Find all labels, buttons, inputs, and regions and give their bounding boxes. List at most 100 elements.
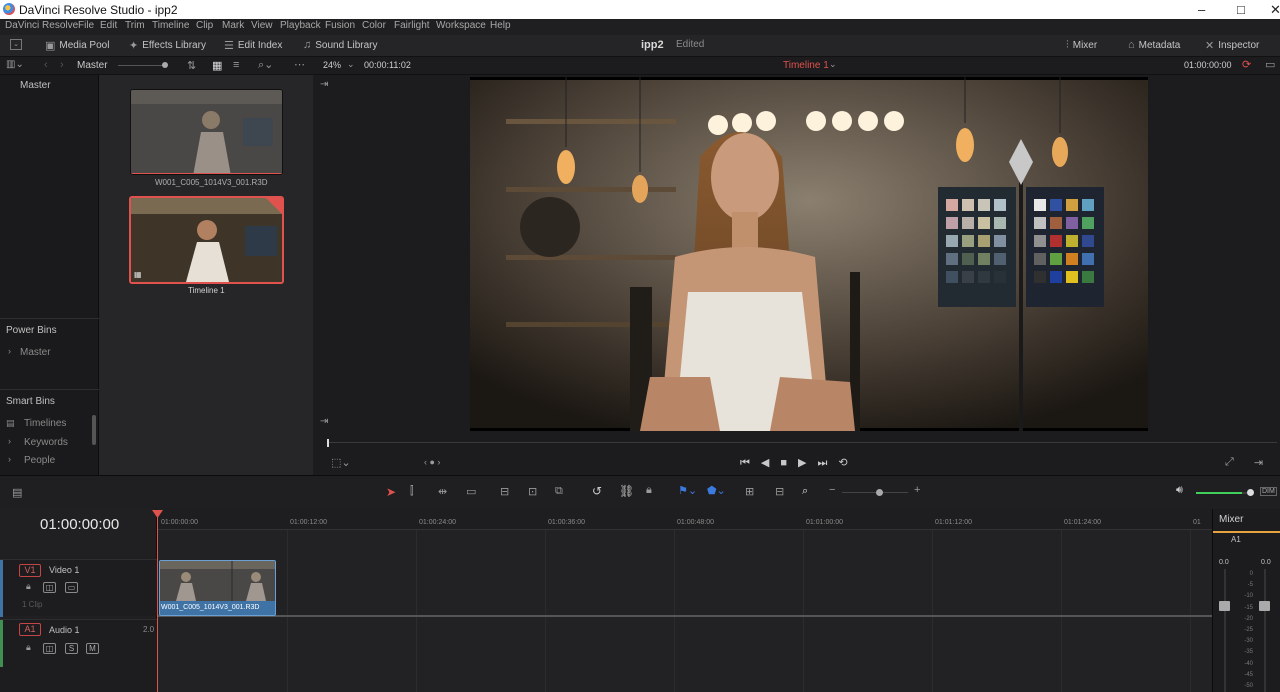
fader-track[interactable]: [1224, 569, 1226, 692]
search-icon[interactable]: ⌕⌄: [258, 58, 273, 72]
mark-out-icon[interactable]: ⇥: [320, 416, 328, 427]
menu-trim[interactable]: Trim: [125, 20, 145, 31]
timeline-clip[interactable]: W001_C005_1014V3_001.R3D: [159, 560, 276, 616]
playhead-line[interactable]: [157, 510, 158, 692]
chevron-right-icon[interactable]: ›: [8, 454, 11, 464]
linked-selection-icon[interactable]: ⛓: [619, 484, 634, 498]
forward-icon[interactable]: ›: [60, 59, 64, 71]
toggle-panel-button[interactable]: ⌄: [10, 39, 22, 50]
menu-workspace[interactable]: Workspace: [436, 20, 486, 31]
mute-button[interactable]: M: [86, 643, 99, 654]
solo-button[interactable]: S: [65, 643, 78, 654]
timeline-thumbnail[interactable]: ▦: [129, 196, 284, 284]
flag-icon[interactable]: ⚑⌄: [678, 484, 697, 497]
fader-handle-2[interactable]: [1259, 601, 1270, 611]
sound-library-button[interactable]: ♫ Sound Library: [303, 39, 378, 51]
back-icon[interactable]: ‹: [44, 59, 48, 71]
maximize-button[interactable]: □: [1237, 2, 1245, 17]
video-frame[interactable]: [470, 77, 1148, 431]
media-pool-button[interactable]: ▣ Media Pool: [45, 39, 109, 52]
video-track-id[interactable]: V1: [19, 564, 41, 577]
track-enable-icon[interactable]: ▭: [65, 582, 78, 593]
more-options-icon[interactable]: ⋯: [294, 58, 305, 71]
thumbnail-view-icon[interactable]: ▦: [212, 59, 222, 72]
zoom-slider[interactable]: [842, 492, 908, 493]
mark-in-icon[interactable]: ⇥: [320, 79, 328, 90]
menu-view[interactable]: View: [251, 20, 273, 31]
transport-controls[interactable]: ⏮◀■▶⏭⟲: [740, 456, 859, 470]
zoom-dropdown-icon[interactable]: ⌄: [347, 59, 355, 70]
track-lock-icon[interactable]: 🔒︎: [26, 581, 31, 592]
video-track-name[interactable]: Video 1: [49, 565, 79, 575]
chevron-right-icon[interactable]: ›: [8, 346, 11, 356]
chevron-right-icon[interactable]: ›: [8, 436, 11, 446]
audio-track-id[interactable]: A1: [19, 623, 41, 636]
fader-track-2[interactable]: [1264, 569, 1266, 692]
volume-icon[interactable]: 🔊︎: [1176, 484, 1183, 497]
zoom-out-icon[interactable]: −: [829, 484, 835, 496]
fader-handle[interactable]: [1219, 601, 1230, 611]
menu-file[interactable]: File: [78, 20, 94, 31]
menu-edit[interactable]: Edit: [100, 20, 117, 31]
smart-bin-keywords[interactable]: Keywords: [24, 437, 68, 448]
track-lock-icon[interactable]: 🔒︎: [26, 642, 31, 653]
snapping-icon[interactable]: ↺: [592, 484, 602, 498]
mixer-button[interactable]: ⫶ Mixer: [1066, 39, 1097, 52]
zoom-detail-icon[interactable]: ⊟: [775, 485, 784, 498]
scrubber-bar[interactable]: [327, 442, 1277, 443]
out-point-icon[interactable]: ⇥: [1254, 456, 1263, 469]
timeline-area[interactable]: [157, 509, 1212, 692]
jog-control-icon[interactable]: ‹ ● ›: [424, 457, 440, 467]
menu-fairlight[interactable]: Fairlight: [394, 20, 430, 31]
inspector-button[interactable]: ✕ Inspector: [1205, 39, 1259, 52]
thumb-size-handle[interactable]: [162, 62, 168, 68]
timeline-dropdown-icon[interactable]: ⌄: [829, 59, 837, 70]
clip-thumbnail[interactable]: [130, 89, 283, 175]
volume-handle[interactable]: [1247, 489, 1254, 496]
smart-bin-timelines[interactable]: Timelines: [24, 418, 66, 429]
zoom-full-icon[interactable]: ⊞: [745, 485, 754, 498]
volume-slider[interactable]: [1196, 492, 1250, 494]
marker-icon[interactable]: ⬟⌄: [707, 484, 726, 497]
thumb-size-slider[interactable]: [118, 65, 166, 66]
timeline-options-icon[interactable]: ▤: [12, 486, 22, 499]
list-view-icon[interactable]: ≡: [233, 59, 239, 71]
audio-track-name[interactable]: Audio 1: [49, 625, 80, 635]
trim-tool-icon[interactable]: ⫿: [410, 485, 414, 498]
dim-button[interactable]: DIM: [1260, 487, 1277, 496]
transform-icon[interactable]: ⬚⌄: [331, 456, 351, 469]
effects-library-button[interactable]: ✦ Effects Library: [129, 39, 206, 52]
minimize-button[interactable]: –: [1198, 2, 1205, 17]
blade-tool-icon[interactable]: ▭: [466, 485, 476, 498]
menu-timeline[interactable]: Timeline: [152, 20, 189, 31]
menu-playback[interactable]: Playback: [280, 20, 321, 31]
menu-davinci-resolve[interactable]: DaVinci Resolve: [5, 20, 78, 31]
viewer-zoom[interactable]: 24%: [323, 60, 341, 70]
sidebar-toggle-icon[interactable]: ▥⌄: [6, 59, 24, 70]
auto-select-icon[interactable]: ◫: [43, 582, 56, 593]
overwrite-clip-icon[interactable]: ⊡: [528, 485, 537, 498]
menu-fusion[interactable]: Fusion: [325, 20, 355, 31]
bin-master[interactable]: Master: [20, 80, 51, 91]
playhead-marker[interactable]: [327, 439, 329, 447]
power-bin-master[interactable]: Master: [20, 347, 51, 358]
fullscreen-icon[interactable]: ⤢: [1225, 456, 1234, 469]
zoom-custom-icon[interactable]: ⌕: [802, 485, 808, 498]
smart-bin-people[interactable]: People: [24, 455, 55, 466]
sort-icon[interactable]: ⇅: [187, 59, 196, 72]
menu-clip[interactable]: Clip: [196, 20, 213, 31]
dynamic-trim-icon[interactable]: ⇹: [438, 485, 447, 498]
zoom-in-icon[interactable]: +: [914, 484, 920, 496]
selection-tool-icon[interactable]: ➤: [386, 485, 396, 499]
lock-icon[interactable]: 🔒︎: [646, 484, 652, 497]
zoom-slider-handle[interactable]: [876, 489, 883, 496]
layout-icon[interactable]: ▭: [1265, 58, 1275, 71]
auto-select-icon[interactable]: ◫: [43, 643, 56, 654]
timeline-name[interactable]: Timeline 1: [783, 60, 829, 71]
bins-scrollbar[interactable]: [92, 415, 96, 445]
menu-color[interactable]: Color: [362, 20, 386, 31]
sync-icon[interactable]: ⟳: [1242, 58, 1251, 71]
menu-mark[interactable]: Mark: [222, 20, 244, 31]
close-button[interactable]: ✕: [1270, 2, 1280, 18]
metadata-button[interactable]: ⌂ Metadata: [1128, 39, 1180, 51]
